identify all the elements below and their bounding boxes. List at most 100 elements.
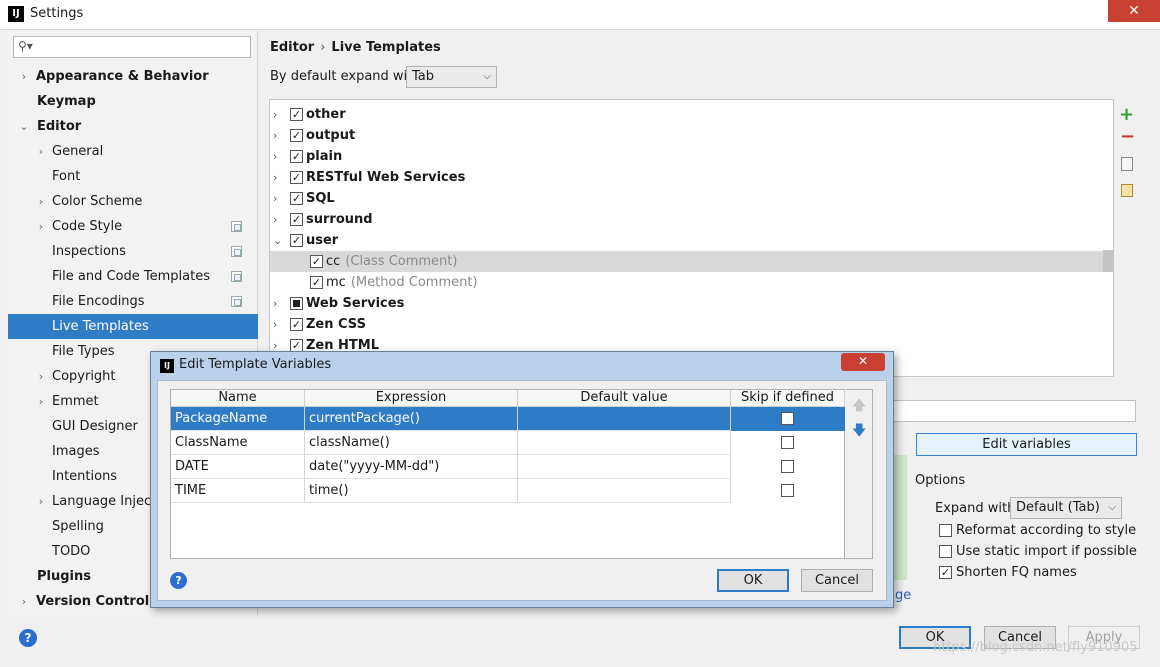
reformat-label: Reformat according to style <box>956 523 1137 538</box>
live-templates-tree[interactable]: › ✓ other › ✓ output › ✓ plain › ✓ RESTf… <box>269 99 1114 377</box>
default-expand-select[interactable]: Tab ⌵ <box>406 66 497 88</box>
variable-name-cell[interactable]: DATE <box>171 455 305 479</box>
template-group-name: RESTful Web Services <box>306 170 466 185</box>
template-text-field[interactable] <box>893 400 1136 422</box>
template-row-selected[interactable]: ✓ cc (Class Comment) <box>270 251 1113 272</box>
sidebar-item-editor[interactable]: ⌄ Editor <box>8 114 258 139</box>
checkbox[interactable]: ✓ <box>290 150 303 163</box>
template-group-row[interactable]: › ✓ plain <box>270 146 1113 167</box>
checkbox[interactable]: ✓ <box>290 213 303 226</box>
sidebar-item-file-code-templates[interactable]: File and Code Templates <box>8 264 258 289</box>
settings-search-input[interactable]: ⚲▾ <box>13 36 251 58</box>
sidebar-item-inspections[interactable]: Inspections <box>8 239 258 264</box>
table-row[interactable]: PackageName currentPackage() <box>171 407 845 431</box>
remove-icon[interactable]: − <box>1120 126 1135 147</box>
expression-cell[interactable]: currentPackage() <box>305 407 518 431</box>
sidebar-item-file-encodings[interactable]: File Encodings <box>8 289 258 314</box>
default-value-cell[interactable] <box>518 479 731 503</box>
sidebar-item-appearance-behavior[interactable]: › Appearance & Behavior <box>8 64 258 89</box>
chevron-right-icon: › <box>38 220 44 233</box>
checkbox[interactable]: ✓ <box>290 234 303 247</box>
default-value-cell[interactable] <box>518 455 731 479</box>
scrollbar-thumb[interactable] <box>1103 250 1113 272</box>
sidebar-item-keymap[interactable]: Keymap <box>8 89 258 114</box>
default-expand-label: By default expand with <box>270 69 421 84</box>
template-group-row[interactable]: › ✓ RESTful Web Services <box>270 167 1113 188</box>
template-group-name: surround <box>306 212 373 227</box>
checkbox[interactable]: ✓ <box>290 108 303 121</box>
help-icon[interactable]: ? <box>19 629 37 647</box>
template-row[interactable]: ✓ mc (Method Comment) <box>270 272 1113 293</box>
move-down-icon[interactable]: 🡇 <box>852 420 866 444</box>
template-group-row[interactable]: ⌄ ✓ user <box>270 230 1113 251</box>
sidebar-item-live-templates[interactable]: Live Templates <box>8 314 258 339</box>
variable-name-cell[interactable]: TIME <box>171 479 305 503</box>
expression-cell[interactable]: date("yyyy-MM-dd") <box>305 455 518 479</box>
sidebar-item-label: Copyright <box>52 369 116 384</box>
chevron-right-icon: › <box>273 213 278 226</box>
variable-name-cell[interactable]: PackageName <box>171 407 305 431</box>
skip-if-defined-checkbox[interactable] <box>781 412 794 425</box>
dialog-cancel-button[interactable]: Cancel <box>801 569 873 592</box>
chevron-right-icon: › <box>273 297 278 310</box>
table-row[interactable]: ClassName className() <box>171 431 845 455</box>
checkbox[interactable]: ✓ <box>290 129 303 142</box>
expression-cell[interactable]: time() <box>305 479 518 503</box>
chevron-right-icon: › <box>38 145 44 158</box>
dialog-ok-button[interactable]: OK <box>717 569 789 592</box>
template-group-row[interactable]: › ✓ output <box>270 125 1113 146</box>
sidebar-item-label: File and Code Templates <box>52 269 210 284</box>
template-group-row[interactable]: › ✓ surround <box>270 209 1113 230</box>
checkbox[interactable]: ✓ <box>290 192 303 205</box>
move-up-icon[interactable]: 🡅 <box>852 395 866 419</box>
edit-variables-button[interactable]: Edit variables <box>916 433 1137 456</box>
template-group-row[interactable]: › ✓ Zen CSS <box>270 314 1113 335</box>
template-group-row[interactable]: › Web Services <box>270 293 1113 314</box>
chevron-right-icon: › <box>38 370 44 383</box>
template-group-name: plain <box>306 149 343 164</box>
table-row[interactable]: TIME time() <box>171 479 845 503</box>
help-icon[interactable]: ? <box>170 572 187 589</box>
add-icon[interactable]: + <box>1119 104 1134 125</box>
skip-if-defined-checkbox[interactable] <box>781 436 794 449</box>
checkbox[interactable]: ✓ <box>290 171 303 184</box>
sidebar-item-color-scheme[interactable]: › Color Scheme <box>8 189 258 214</box>
sidebar-item-label: Code Style <box>52 219 123 234</box>
template-group-row[interactable]: › ✓ SQL <box>270 188 1113 209</box>
close-window-button[interactable]: ✕ <box>1108 0 1160 22</box>
skip-if-defined-checkbox[interactable] <box>781 484 794 497</box>
expand-with-select[interactable]: Default (Tab) ⌵ <box>1010 497 1122 519</box>
sidebar-item-general[interactable]: › General <box>8 139 258 164</box>
checkbox[interactable]: ✓ <box>310 255 323 268</box>
checkbox-partial[interactable] <box>290 297 303 310</box>
sidebar-item-code-style[interactable]: › Code Style <box>8 214 258 239</box>
column-header-default-value[interactable]: Default value <box>518 390 731 407</box>
checkbox[interactable]: ✓ <box>310 276 323 289</box>
expression-cell[interactable]: className() <box>305 431 518 455</box>
chevron-right-icon: › <box>38 495 44 508</box>
checkbox[interactable]: ✓ <box>939 566 952 579</box>
copy-icon[interactable] <box>1121 157 1133 171</box>
column-header-expression[interactable]: Expression <box>305 390 518 407</box>
column-header-skip-if-defined[interactable]: Skip if defined <box>731 390 845 407</box>
checkbox[interactable]: ✓ <box>290 318 303 331</box>
default-value-cell[interactable] <box>518 407 731 431</box>
sidebar-item-label: Spelling <box>52 519 104 534</box>
column-header-name[interactable]: Name <box>171 390 305 407</box>
checkbox[interactable] <box>939 524 952 537</box>
skip-if-defined-checkbox[interactable] <box>781 460 794 473</box>
sidebar-item-label: Font <box>52 169 81 184</box>
checkbox[interactable] <box>939 545 952 558</box>
chevron-right-icon: › <box>273 171 278 184</box>
variable-name-cell[interactable]: ClassName <box>171 431 305 455</box>
sidebar-item-font[interactable]: Font <box>8 164 258 189</box>
template-group-name: Zen CSS <box>306 317 366 332</box>
table-row[interactable]: DATE date("yyyy-MM-dd") <box>171 455 845 479</box>
project-scope-icon <box>231 221 242 232</box>
title-bar <box>0 0 1160 30</box>
dialog-close-button[interactable]: ✕ <box>841 353 885 371</box>
template-group-row[interactable]: › ✓ other <box>270 104 1113 125</box>
template-group-icon[interactable] <box>1121 184 1133 197</box>
change-context-link[interactable]: ge <box>895 588 911 603</box>
default-value-cell[interactable] <box>518 431 731 455</box>
